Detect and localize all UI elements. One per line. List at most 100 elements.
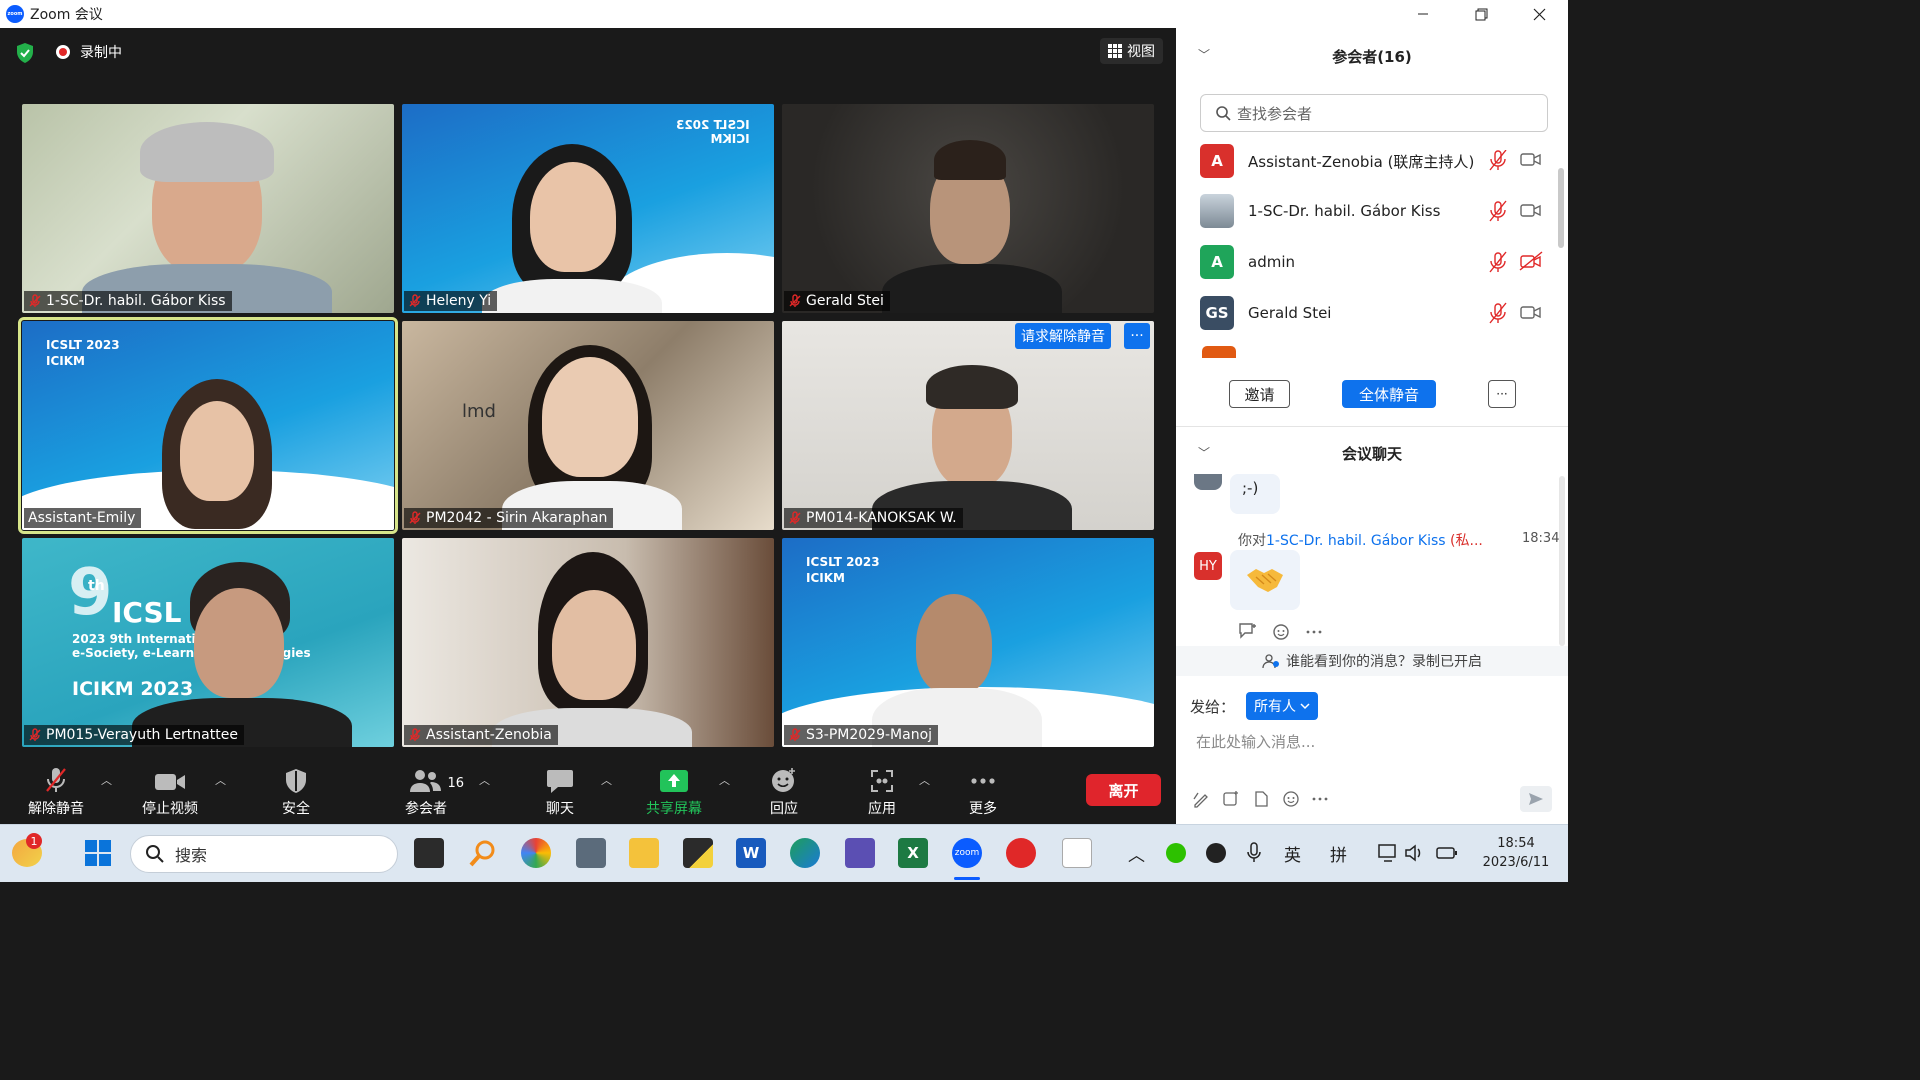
mute-all-button[interactable]: 全体静音 xyxy=(1342,380,1436,408)
chevron-up-icon[interactable]: ︿ xyxy=(1128,841,1145,866)
more-dots-icon[interactable] xyxy=(1312,790,1328,808)
system-clock[interactable]: 18:54 2023/6/11 xyxy=(1476,834,1556,872)
mic-off-icon xyxy=(46,768,66,792)
chevron-up-icon[interactable]: ︿ xyxy=(479,772,490,788)
participants-icon xyxy=(410,770,441,792)
emoji-icon[interactable] xyxy=(1282,790,1300,808)
leave-button[interactable]: 离开 xyxy=(1086,774,1161,806)
video-tile-emily[interactable]: ICSLT 2023 ICIKM Assistant-Emily xyxy=(18,317,398,534)
banner-text: ICSLT 2023 ICIKM xyxy=(806,555,880,585)
qq-icon[interactable] xyxy=(1206,843,1226,863)
maximize-button[interactable] xyxy=(1452,0,1510,28)
participant-video xyxy=(552,590,636,700)
chevron-up-icon[interactable]: ︿ xyxy=(919,772,930,788)
edge-icon[interactable] xyxy=(790,838,820,868)
view-button[interactable]: 视图 xyxy=(1100,38,1163,64)
ime-mode[interactable]: 拼 xyxy=(1330,841,1347,866)
unmute-button[interactable]: 解除静音 ︿ xyxy=(22,764,112,824)
volume-icon[interactable] xyxy=(1404,843,1424,863)
ime-language[interactable]: 英 xyxy=(1284,841,1301,866)
mic-off-icon xyxy=(1489,149,1507,171)
chat-scrollbar[interactable] xyxy=(1559,476,1565,646)
participants-button[interactable]: 参会者 16 ︿ xyxy=(396,764,490,824)
chevron-up-icon[interactable]: ︿ xyxy=(101,772,112,788)
video-tile-verayuth[interactable]: 9 th ICSL 2023 9th Internati e-Society, e… xyxy=(22,538,394,747)
microphone-icon[interactable] xyxy=(1246,842,1262,864)
app-icon[interactable] xyxy=(1006,838,1036,868)
shield-icon xyxy=(286,769,306,793)
video-tile-manoj[interactable]: ICSLT 2023 ICIKM S3-PM2029-Manoj xyxy=(782,538,1154,747)
tile-name-label: PM2042 - Sirin Akaraphan xyxy=(404,508,614,528)
participants-more-button[interactable]: ··· xyxy=(1488,380,1516,408)
start-button[interactable] xyxy=(84,839,112,871)
mic-off-icon xyxy=(789,728,801,741)
windows-logo-icon xyxy=(85,840,111,866)
sticky-notes-icon[interactable] xyxy=(683,838,713,868)
more-dots-icon xyxy=(971,778,995,784)
excel-icon[interactable]: X xyxy=(898,838,928,868)
wechat-icon[interactable] xyxy=(1166,843,1186,863)
search-app-icon[interactable] xyxy=(468,838,498,868)
calculator-icon[interactable] xyxy=(576,838,606,868)
video-tile-heleny[interactable]: ICSLT 2023 ICIKM Heleny Yi xyxy=(402,104,774,313)
chat-timestamp: 18:34 xyxy=(1522,531,1560,546)
search-icon xyxy=(146,845,164,863)
more-dots-icon[interactable] xyxy=(1306,622,1322,640)
participant-video xyxy=(530,162,616,272)
minimize-button[interactable] xyxy=(1394,0,1452,28)
format-text-icon[interactable] xyxy=(1192,790,1210,808)
request-unmute-button[interactable]: 请求解除静音 xyxy=(1015,323,1111,349)
network-icon[interactable] xyxy=(1378,843,1398,863)
document-icon[interactable] xyxy=(1062,838,1092,868)
zoom-taskbar-icon[interactable]: zoom xyxy=(952,838,982,868)
chrome-icon[interactable] xyxy=(521,838,551,868)
search-icon xyxy=(1216,106,1231,121)
video-tile-gerald[interactable]: Gerald Stei xyxy=(782,104,1154,313)
visibility-note[interactable]: 谁能看到你的消息？录制已开启 xyxy=(1176,646,1568,676)
windows-taskbar: 1 搜索 W X zoom ︿ 英 拼 18:54 2023/6/11 xyxy=(0,824,1568,882)
avatar xyxy=(1194,474,1222,490)
zoom-logo-icon: zoom xyxy=(6,5,24,23)
mic-off-icon xyxy=(409,511,421,524)
more-button[interactable]: 更多 xyxy=(960,764,1006,824)
avatar xyxy=(1200,194,1234,228)
battery-icon[interactable] xyxy=(1436,843,1458,863)
mic-off-icon xyxy=(789,294,801,307)
file-icon[interactable] xyxy=(1252,790,1270,808)
security-button[interactable]: 安全 xyxy=(266,764,326,824)
apps-button[interactable]: 应用 ︿ xyxy=(856,764,930,824)
mic-off-icon xyxy=(409,728,421,741)
video-tile-sirin[interactable]: lmd PM2042 - Sirin Akaraphan xyxy=(402,321,774,530)
shield-check-icon[interactable] xyxy=(14,42,36,64)
participant-search-input[interactable]: 查找参会者 xyxy=(1200,94,1548,132)
taskbar-search[interactable]: 搜索 xyxy=(130,835,398,873)
invite-button[interactable]: 邀请 xyxy=(1229,380,1290,408)
chevron-up-icon[interactable]: ︿ xyxy=(601,772,612,788)
chevron-up-icon[interactable]: ︿ xyxy=(215,772,226,788)
reply-icon[interactable] xyxy=(1238,622,1258,640)
share-screen-button[interactable]: 共享屏幕 ︿ xyxy=(640,764,730,824)
send-button[interactable] xyxy=(1520,786,1552,812)
tile-name-label: Heleny Yi xyxy=(404,291,498,311)
video-tile-gabor[interactable]: 1-SC-Dr. habil. Gábor Kiss xyxy=(22,104,394,313)
screenshot-icon[interactable] xyxy=(1222,790,1240,808)
people-icon xyxy=(1262,654,1279,669)
reactions-button[interactable]: 回应 xyxy=(756,764,812,824)
chat-message-input[interactable]: 在此处输入消息... xyxy=(1196,731,1315,752)
emoji-reaction-icon[interactable] xyxy=(1272,622,1292,640)
tile-more-button[interactable]: ··· xyxy=(1124,323,1150,349)
chevron-up-icon[interactable]: ︿ xyxy=(719,772,730,788)
file-explorer-icon[interactable] xyxy=(629,838,659,868)
video-tile-kanoksak[interactable]: PM014-KANOKSAK W. xyxy=(782,321,1154,530)
send-to-dropdown[interactable]: 所有人 xyxy=(1246,692,1318,720)
window-controls xyxy=(1394,0,1568,28)
avatar: GS xyxy=(1200,296,1234,330)
task-view-icon[interactable] xyxy=(414,838,444,868)
scrollbar-thumb[interactable] xyxy=(1558,168,1564,248)
close-button[interactable] xyxy=(1510,0,1568,28)
word-icon[interactable]: W xyxy=(736,838,766,868)
stop-video-button[interactable]: 停止视频 ︿ xyxy=(136,764,226,824)
app-icon[interactable] xyxy=(845,838,875,868)
video-tile-zenobia[interactable]: Assistant-Zenobia xyxy=(402,538,774,747)
chat-button[interactable]: 聊天 ︿ xyxy=(530,764,612,824)
